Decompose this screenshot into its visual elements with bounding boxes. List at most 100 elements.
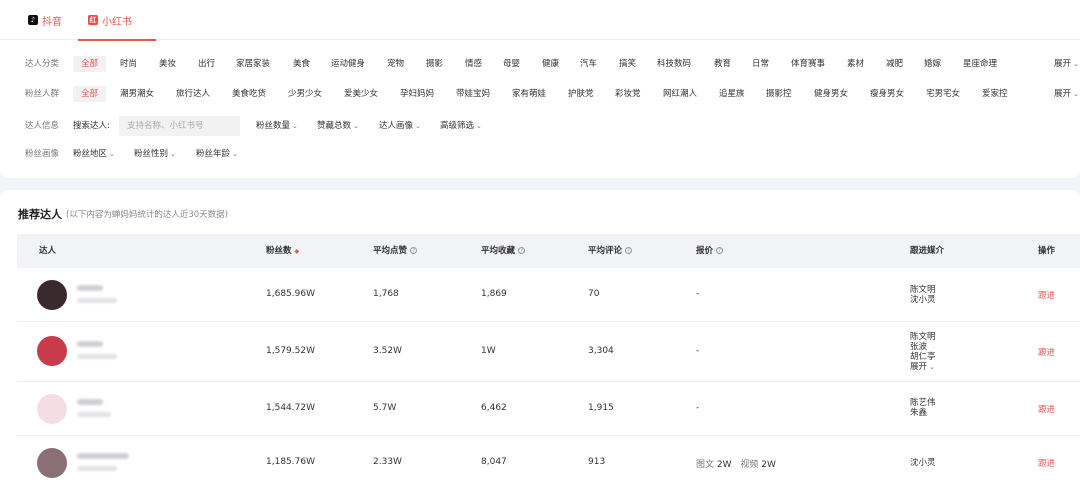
category-chip[interactable]: 健康 — [542, 56, 559, 72]
crowd-chip[interactable]: 旅行达人 — [176, 86, 210, 102]
category-chip[interactable]: 体育赛事 — [791, 56, 825, 72]
col-media: 跟进媒介 — [910, 246, 945, 256]
chevron-down-icon: ⌄ — [1073, 90, 1079, 98]
crowd-chip[interactable]: 网红潮人 — [663, 86, 697, 102]
quote-value: - — [696, 403, 700, 413]
crowd-chip[interactable]: 摄影控 — [766, 86, 792, 102]
category-chip[interactable]: 摄影 — [426, 56, 443, 72]
crowd-chip[interactable]: 瘦身男女 — [870, 86, 904, 102]
filter-label: 达人分类 — [25, 59, 60, 69]
collects-value: 6,462 — [481, 403, 507, 413]
tab-label: 抖音 — [42, 16, 62, 28]
help-icon[interactable]: ? — [716, 247, 724, 254]
crowd-chip[interactable]: 潮男潮女 — [120, 86, 154, 102]
crowd-chip[interactable]: 护肤党 — [568, 86, 594, 102]
crowd-chip[interactable]: 孕妇妈妈 — [400, 86, 434, 102]
fans-value: 1,544.72W — [266, 403, 315, 413]
quote-image-value: 2W — [716, 460, 732, 470]
collects-value: 1W — [481, 346, 496, 356]
likes-total-dropdown[interactable]: 赞藏总数 ⌄ — [317, 116, 359, 136]
search-input[interactable] — [119, 116, 240, 136]
tab-label: 小红书 — [102, 16, 132, 28]
media-name: 沈小灵 — [910, 458, 936, 468]
filter-label: 达人信息 — [25, 121, 60, 131]
help-icon[interactable]: ? — [410, 247, 418, 254]
follow-button[interactable]: 跟进 — [1038, 403, 1055, 415]
media-expand-button[interactable]: 展开 ⌄ — [910, 362, 936, 372]
filter-panel: ♪ 抖音 红 小红书 达人分类 全部 时尚 美妆 出行 家居家装 美食 运动健身… — [0, 0, 1080, 178]
category-chip[interactable]: 美食 — [293, 56, 310, 72]
media-name: 沈小灵 — [910, 295, 936, 305]
crowd-chip[interactable]: 少男少女 — [288, 86, 322, 102]
fans-age-dropdown[interactable]: 粉丝年龄 ⌄ — [196, 144, 238, 164]
dropdown-label: 赞藏总数 — [317, 121, 352, 131]
crowd-chip[interactable]: 家有萌娃 — [512, 86, 546, 102]
comments-value: 70 — [588, 289, 600, 299]
crowd-chip[interactable]: 追星族 — [719, 86, 745, 102]
creator-name-blurred — [77, 399, 103, 405]
category-chip[interactable]: 时尚 — [120, 56, 137, 72]
avatar[interactable] — [37, 336, 67, 366]
fans-value: 1,185.76W — [266, 457, 315, 467]
category-chip[interactable]: 日常 — [752, 56, 769, 72]
category-chip[interactable]: 婚嫁 — [924, 56, 941, 72]
category-chip[interactable]: 汽车 — [580, 56, 597, 72]
category-chip[interactable]: 星座命理 — [963, 56, 997, 72]
category-chip[interactable]: 情感 — [465, 56, 482, 72]
help-icon[interactable]: ? — [518, 247, 526, 254]
crowd-chip[interactable]: 健身男女 — [814, 86, 848, 102]
help-icon[interactable]: ? — [625, 247, 633, 254]
fans-gender-dropdown[interactable]: 粉丝性别 ⌄ — [134, 144, 176, 164]
creator-portrait-dropdown[interactable]: 达人画像 ⌄ — [379, 116, 421, 136]
crowd-chip[interactable]: 爱家控 — [982, 86, 1008, 102]
category-chip[interactable]: 素材 — [847, 56, 864, 72]
avatar[interactable] — [37, 280, 67, 310]
tab-douyin[interactable]: ♪ 抖音 — [28, 0, 62, 40]
media-name: 陈文明 — [910, 285, 936, 295]
fans-region-dropdown[interactable]: 粉丝地区 ⌄ — [73, 144, 115, 164]
crowd-expand-button[interactable]: 展开 ⌄ — [1054, 86, 1079, 102]
crowd-filter-row: 粉丝人群 全部 潮男潮女 旅行达人 美食吃货 少男少女 爱美少女 孕妇妈妈 带娃… — [0, 84, 1080, 104]
col-likes: 平均点赞? — [373, 234, 418, 268]
category-chip[interactable]: 运动健身 — [331, 56, 365, 72]
media-list: 陈文明 沈小灵 — [910, 285, 936, 305]
category-chip[interactable]: 母婴 — [503, 56, 520, 72]
category-chip[interactable]: 宠物 — [387, 56, 404, 72]
search-label: 搜索达人: — [73, 121, 110, 131]
crowd-chip[interactable]: 美食吃货 — [232, 86, 266, 102]
follow-button[interactable]: 跟进 — [1038, 346, 1055, 358]
category-chip[interactable]: 家居家装 — [236, 56, 270, 72]
crowd-chip[interactable]: 彩妆党 — [615, 86, 641, 102]
follow-button[interactable]: 跟进 — [1038, 457, 1055, 469]
creator-name-blurred — [77, 285, 103, 291]
category-expand-button[interactable]: 展开 ⌄ — [1054, 56, 1079, 72]
fans-value: 1,579.52W — [266, 346, 315, 356]
likes-value: 3.52W — [373, 346, 402, 356]
category-chip[interactable]: 搞笑 — [619, 56, 636, 72]
tab-xiaohongshu[interactable]: 红 小红书 — [78, 0, 156, 41]
media-list: 沈小灵 — [910, 458, 936, 468]
category-chip[interactable]: 美妆 — [159, 56, 176, 72]
category-chip[interactable]: 减肥 — [886, 56, 903, 72]
media-list: 陈文明 张波 胡仁亭 展开 ⌄ — [910, 332, 936, 372]
chevron-down-icon: ⌄ — [476, 122, 482, 130]
crowd-chip[interactable]: 全部 — [73, 86, 107, 102]
dropdown-label: 粉丝年龄 — [196, 149, 231, 159]
expand-label: 展开 — [1054, 89, 1072, 99]
follow-button[interactable]: 跟进 — [1038, 289, 1055, 301]
category-chip[interactable]: 教育 — [714, 56, 731, 72]
category-chip[interactable]: 全部 — [73, 56, 107, 72]
crowd-chip[interactable]: 带娃宝妈 — [456, 86, 490, 102]
avatar[interactable] — [37, 394, 67, 424]
col-fans[interactable]: 粉丝数 ◆ — [266, 234, 299, 268]
avatar[interactable] — [37, 448, 67, 478]
chevron-down-icon: ⌄ — [232, 150, 238, 158]
category-chip[interactable]: 科技数码 — [657, 56, 691, 72]
media-name: 朱鑫 — [910, 408, 928, 418]
recommended-creators-panel: 推荐达人 (以下内容为蝉妈妈统计的达人近30天数据) 达人 粉丝数 ◆ 平均点赞?… — [0, 190, 1080, 495]
advanced-filter-dropdown[interactable]: 高级筛选 ⌄ — [440, 116, 482, 136]
fans-count-dropdown[interactable]: 粉丝数量 ⌄ — [256, 116, 298, 136]
crowd-chip[interactable]: 宅男宅女 — [926, 86, 960, 102]
category-chip[interactable]: 出行 — [198, 56, 215, 72]
crowd-chip[interactable]: 爱美少女 — [344, 86, 378, 102]
